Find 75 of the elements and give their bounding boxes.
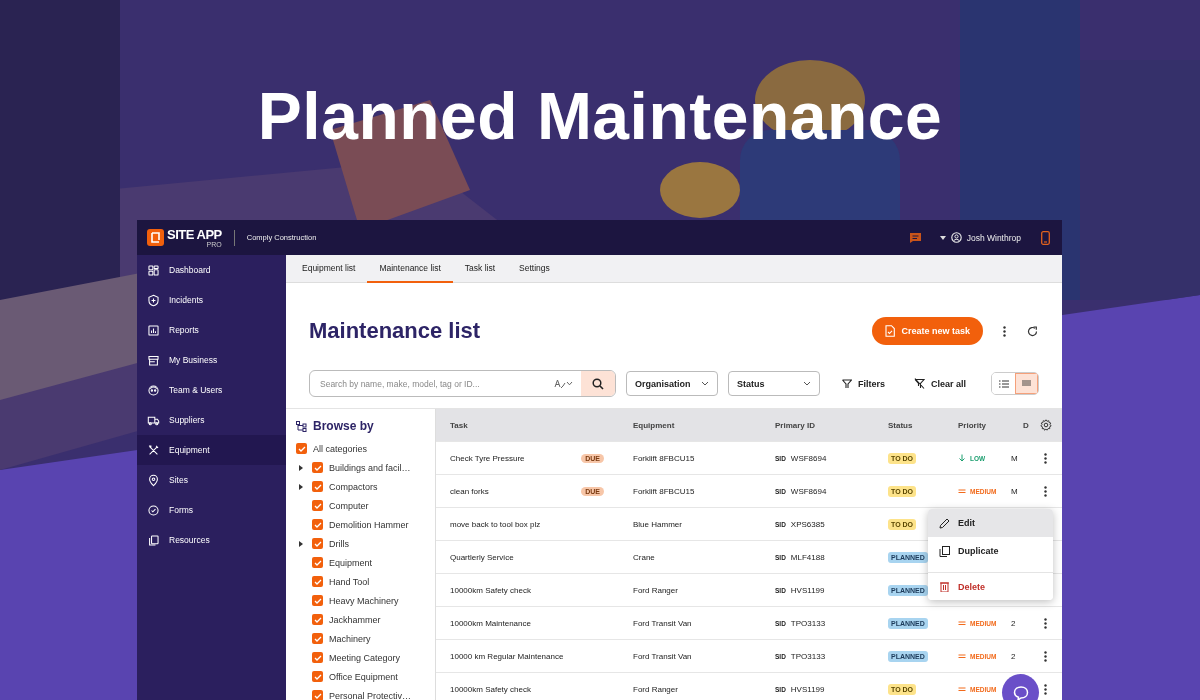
headline: Planned Maintenance bbox=[256, 78, 944, 154]
table-cell: WSF8694 bbox=[790, 486, 827, 496]
table-cell: Ford Ranger bbox=[633, 684, 678, 694]
sidebar-item[interactable]: Forms bbox=[137, 495, 286, 525]
category-label[interactable]: Jackhammer bbox=[329, 614, 381, 625]
sidebar-item[interactable]: Suppliers bbox=[137, 405, 286, 435]
sidebar-item[interactable]: Reports bbox=[137, 315, 286, 345]
menu-item[interactable]: Edit bbox=[928, 509, 1053, 537]
table-cell: TPO3133 bbox=[790, 618, 826, 628]
dropdown[interactable]: Status bbox=[728, 371, 820, 396]
table-cell: HVS1199 bbox=[790, 585, 825, 595]
category-label[interactable]: Equipment bbox=[329, 557, 373, 568]
table-cell: Ford Ranger bbox=[633, 585, 678, 595]
column-header: Primary ID bbox=[774, 420, 817, 430]
table-cell: 10000km Safety check bbox=[450, 684, 531, 694]
category-label[interactable]: Heavy Machinery bbox=[329, 595, 399, 606]
table-cell: Ford Transit Van bbox=[633, 618, 692, 628]
sidebar-item[interactable]: Dashboard bbox=[137, 255, 286, 285]
table-cell: MLF4188 bbox=[790, 552, 825, 562]
table-cell: Forklift 8FBCU15 bbox=[633, 486, 695, 496]
column-header: Status bbox=[887, 420, 914, 430]
sidebar-item[interactable]: Team & Users bbox=[137, 375, 286, 405]
browse-title: Browse by bbox=[313, 419, 374, 433]
tab[interactable]: Maintenance list bbox=[367, 255, 453, 283]
column-header: Equipment bbox=[632, 420, 676, 430]
table-cell: WSF8694 bbox=[790, 453, 827, 463]
column-header: D bbox=[1022, 420, 1029, 430]
sidebar-item[interactable]: Resources bbox=[137, 525, 286, 555]
category-label[interactable]: Demolition Hammer bbox=[329, 519, 409, 530]
table-cell: 10000 km Regular Maintenance bbox=[450, 651, 564, 661]
table-cell: Blue Hammer bbox=[633, 519, 682, 529]
table-cell: M bbox=[1011, 486, 1018, 496]
table-cell: 2 bbox=[1011, 651, 1016, 661]
table-cell: 10000km Safety check bbox=[450, 585, 531, 595]
menu-item[interactable]: Duplicate bbox=[928, 537, 1053, 565]
category-label[interactable]: All categories bbox=[313, 443, 368, 454]
table-cell: move back to tool box plz bbox=[450, 519, 541, 529]
category-label[interactable]: Meeting Category bbox=[329, 652, 401, 663]
table-cell: Check Tyre Pressure bbox=[450, 453, 525, 463]
table-cell: Crane bbox=[633, 552, 655, 562]
filters-button[interactable]: Filters bbox=[842, 378, 885, 389]
table-cell: HVS1199 bbox=[790, 684, 825, 694]
table-cell: Forklift 8FBCU15 bbox=[633, 453, 695, 463]
user-name[interactable]: Josh Winthrop bbox=[966, 232, 1021, 243]
category-label[interactable]: Compactors bbox=[329, 481, 378, 492]
category-label[interactable]: Office Equipment bbox=[329, 671, 398, 682]
menu-item[interactable]: Delete bbox=[928, 572, 1053, 600]
sidebar-item[interactable]: Equipment bbox=[137, 435, 286, 465]
sidebar-item[interactable]: My Business bbox=[137, 345, 286, 375]
dropdown[interactable]: Organisation bbox=[626, 371, 718, 396]
tab[interactable]: Settings bbox=[507, 255, 562, 283]
clear-all-button[interactable]: Clear all bbox=[914, 378, 967, 389]
brand-name: SITE APP bbox=[167, 227, 222, 241]
table-cell: Quartlerly Service bbox=[450, 552, 514, 562]
category-label[interactable]: Drills bbox=[329, 538, 349, 549]
category-label[interactable]: Buildings and facil… bbox=[329, 462, 411, 473]
column-header: Priority bbox=[957, 420, 987, 430]
tab[interactable]: Equipment list bbox=[290, 255, 368, 283]
page-title: Maintenance list bbox=[309, 318, 481, 344]
search-field[interactable]: Search by name, make, model, tag or ID... bbox=[309, 370, 616, 397]
category-label[interactable]: Machinery bbox=[329, 633, 371, 644]
table-cell: clean forks bbox=[450, 486, 489, 496]
column-header: Task bbox=[449, 420, 469, 430]
category-label[interactable]: Hand Tool bbox=[329, 576, 370, 587]
table-cell: 10000km Maintenance bbox=[450, 618, 531, 628]
sidebar-item[interactable]: Incidents bbox=[137, 285, 286, 315]
table-cell: XPS6385 bbox=[790, 519, 825, 529]
table-cell: 2 bbox=[1011, 618, 1016, 628]
category-label[interactable]: Personal Protectiv… bbox=[329, 690, 412, 700]
table-cell: M bbox=[1011, 453, 1018, 463]
table-cell: TPO3133 bbox=[790, 651, 826, 661]
table-cell: Ford Transit Van bbox=[633, 651, 692, 661]
category-label[interactable]: Computer bbox=[329, 500, 369, 511]
sidebar-item[interactable]: Sites bbox=[137, 465, 286, 495]
tab[interactable]: Task list bbox=[452, 255, 508, 283]
